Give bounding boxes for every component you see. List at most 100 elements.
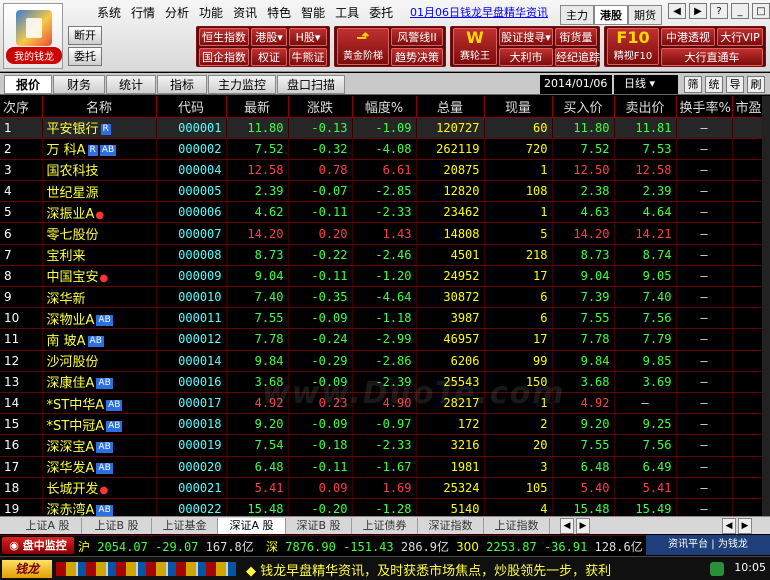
refresh-button[interactable]: 刷 [747, 76, 765, 93]
menu-analysis[interactable]: 分析 [160, 4, 194, 21]
stock-badge[interactable]: AB [96, 314, 113, 326]
risk-line-button[interactable]: 风警线II [391, 28, 443, 46]
menu-functions[interactable]: 功能 [194, 4, 228, 21]
col-pe[interactable]: 市盈率 [732, 96, 763, 118]
stock-badge[interactable]: AB [96, 463, 113, 475]
gold-ladder-button[interactable]: ⬏ 黄金阶梯 [337, 28, 389, 65]
sheet-prev-icon[interactable]: ◀ [560, 518, 574, 534]
col-index[interactable]: 次序 [0, 96, 43, 118]
stock-badge[interactable]: AB [87, 335, 104, 347]
sheet-sz-index[interactable]: 深证指数 [418, 518, 484, 534]
tab-quote[interactable]: 报价 [4, 75, 52, 94]
tab-hk-stocks[interactable]: 港股 [594, 5, 628, 25]
warrant-search-dropdown[interactable]: 股证搜寻▾ [499, 28, 553, 46]
table-row[interactable]: 6 零七股份 000007 14.20 0.20 1.43 14808 5 14.20 14.21… [0, 222, 763, 245]
col-change[interactable]: 涨跌 [288, 96, 353, 118]
forward-icon[interactable]: ▶ [689, 3, 707, 19]
cbbc-button[interactable]: 牛熊证 [289, 48, 327, 66]
broker-express-button[interactable]: 大行直通车 [661, 48, 763, 66]
stock-badge[interactable]: R [100, 124, 111, 136]
sheet-sh-index[interactable]: 上证指数 [484, 518, 550, 534]
stock-badge[interactable]: R [87, 145, 98, 157]
menu-trade[interactable]: 委托 [364, 4, 398, 21]
trade-button[interactable]: 委托 [68, 47, 102, 66]
china-hk-perspective-button[interactable]: 中港透视 [661, 28, 715, 46]
table-row[interactable]: 17 深华发A AB 000020 6.48 -0.11 -1.67 1981 3 6.48 6.4… [0, 456, 763, 478]
table-row[interactable]: 11 南 玻A AB 000012 7.78 -0.24 -2.99 46957 17 7.78 7… [0, 328, 763, 351]
street-volume-button[interactable]: 街货量 [555, 28, 597, 46]
table-row[interactable]: 15 *ST中冠A AB 000018 9.20 -0.09 -0.97 172 2 9.20 9.… [0, 413, 763, 436]
sheet-sh-bond[interactable]: 上证债券 [352, 518, 418, 534]
table-row[interactable]: 14 *ST中华A AB 000017 4.92 0.23 4.90 28217 1 4.92 — — [0, 392, 763, 415]
col-bid[interactable]: 买入价 [552, 96, 615, 118]
menu-news[interactable]: 资讯 [228, 4, 262, 21]
tray-icon[interactable] [710, 562, 724, 576]
wheel-king-button[interactable]: W 赛轮王 [453, 28, 497, 65]
tab-main-force[interactable]: 主力 [560, 5, 594, 25]
table-row[interactable]: 5 深振业A● 000006 4.62 -0.11 -2.33 23462 1 4.63 4.64… [0, 201, 763, 224]
news-platform-button[interactable]: 资讯平台 | 为钱龙 [646, 535, 770, 555]
col-last[interactable]: 最新 [226, 96, 289, 118]
sheet-next-icon[interactable]: ▶ [576, 518, 590, 534]
tab-futures[interactable]: 期货 [628, 5, 662, 25]
stock-badge[interactable]: AB [106, 420, 123, 432]
col-turnover[interactable]: 换手率% [676, 96, 733, 118]
maximize-icon[interactable]: □ [752, 3, 770, 19]
col-ask[interactable]: 卖出价 [614, 96, 677, 118]
period-dropdown[interactable]: 日线 ▾ [614, 75, 678, 94]
back-icon[interactable]: ◀ [668, 3, 686, 19]
tab-finance[interactable]: 财务 [53, 75, 105, 94]
h-shares-dropdown[interactable]: H股▾ [289, 28, 327, 46]
hk-stocks-dropdown[interactable]: 港股▾ [251, 28, 287, 46]
filter-button[interactable]: 筛 [684, 76, 702, 93]
tab-main-force-monitor[interactable]: 主力监控 [208, 75, 276, 94]
hang-seng-index-button[interactable]: 恒生指数 [199, 28, 249, 46]
minimize-icon[interactable]: _ [731, 3, 749, 19]
table-row[interactable]: 18 长城开发● 000021 5.41 0.09 1.69 25324 105 5.40 5.4… [0, 477, 763, 499]
sheet-sh-b[interactable]: 上证B 股 [82, 518, 152, 534]
menu-features[interactable]: 特色 [262, 4, 296, 21]
hscroll-right-icon[interactable]: ▶ [738, 518, 752, 534]
tab-statistics[interactable]: 统计 [106, 75, 156, 94]
china-enterprise-index-button[interactable]: 国企指数 [199, 48, 249, 66]
menu-tools[interactable]: 工具 [330, 4, 364, 21]
csi300-index[interactable]: 300 2253.87 -36.91 128.6亿 [456, 538, 643, 555]
table-row[interactable]: 2 万 科A R AB 000002 7.52 -0.32 -4.08 262119 720 7.5… [0, 138, 763, 160]
table-row[interactable]: 7 宝利来 000008 8.73 -0.22 -2.46 4501 218 8.73 8.74 — [0, 244, 763, 266]
broker-tracking-button[interactable]: 经纪追踪 [555, 48, 600, 66]
disconnect-button[interactable]: 断开 [68, 26, 102, 45]
table-row[interactable]: 16 深深宝A AB 000019 7.54 -0.18 -2.33 3216 20 7.55 7.… [0, 434, 763, 457]
stock-badge[interactable]: AB [96, 378, 113, 390]
menu-system[interactable]: 系统 [92, 4, 126, 21]
date-selector[interactable]: 2014/01/06 [540, 75, 612, 94]
stock-badge[interactable]: AB [99, 145, 117, 157]
sheet-sh-fund[interactable]: 上证基金 [152, 518, 218, 534]
my-qianlong-button[interactable]: 我的钱龙 [3, 3, 63, 69]
sheet-sz-b[interactable]: 深证B 股 [286, 518, 352, 534]
menu-smart[interactable]: 智能 [296, 4, 330, 21]
sheet-sh-a[interactable]: 上证A 股 [14, 518, 82, 534]
col-percent[interactable]: 幅度% [352, 96, 417, 118]
tab-indicators[interactable]: 指标 [157, 75, 207, 94]
help-icon[interactable]: ? [710, 3, 728, 19]
table-row[interactable]: 4 世纪星源 000005 2.39 -0.07 -2.85 12820 108 2.38 2.3… [0, 180, 763, 203]
stock-badge[interactable]: AB [106, 399, 123, 411]
stock-badge[interactable]: AB [96, 505, 113, 516]
shenzhen-index[interactable]: 深 7876.90 -151.43 286.9亿 [266, 538, 449, 555]
intraday-monitor-button[interactable]: ◉ 盘中监控 [2, 537, 74, 554]
table-row[interactable]: 19 深赤湾A AB 000022 15.48 -0.20 -1.28 5140 4 15.48 1… [0, 498, 763, 516]
export-button[interactable]: 导 [726, 76, 744, 93]
table-row[interactable]: 13 深康佳A AB 000016 3.68 -0.09 -2.39 25543 150 3.68… [0, 371, 763, 393]
col-volume[interactable]: 总量 [416, 96, 485, 118]
table-row[interactable]: 8 中国宝安● 000009 9.04 -0.11 -1.20 24952 17 9.04 9.0… [0, 265, 763, 288]
table-row[interactable]: 9 深华新 000010 7.40 -0.35 -4.64 30872 6 7.39 7.40 — [0, 286, 763, 309]
shanghai-index[interactable]: 沪 2054.07 -29.07 167.8亿 [78, 538, 254, 555]
big-profit-button[interactable]: 大利市 [499, 48, 553, 66]
warrants-button[interactable]: 权证 [251, 48, 287, 66]
trend-decision-button[interactable]: 趋势决策 [391, 48, 443, 66]
stock-badge[interactable]: AB [96, 441, 113, 453]
table-row[interactable]: 1 平安银行 R 000001 11.80 -0.13 -1.09 120727 60 11.80… [0, 117, 763, 139]
stats-button[interactable]: 统 [705, 76, 723, 93]
sheet-sz-a[interactable]: 深证A 股 [218, 518, 286, 534]
vertical-scrollbar[interactable] [762, 96, 770, 516]
